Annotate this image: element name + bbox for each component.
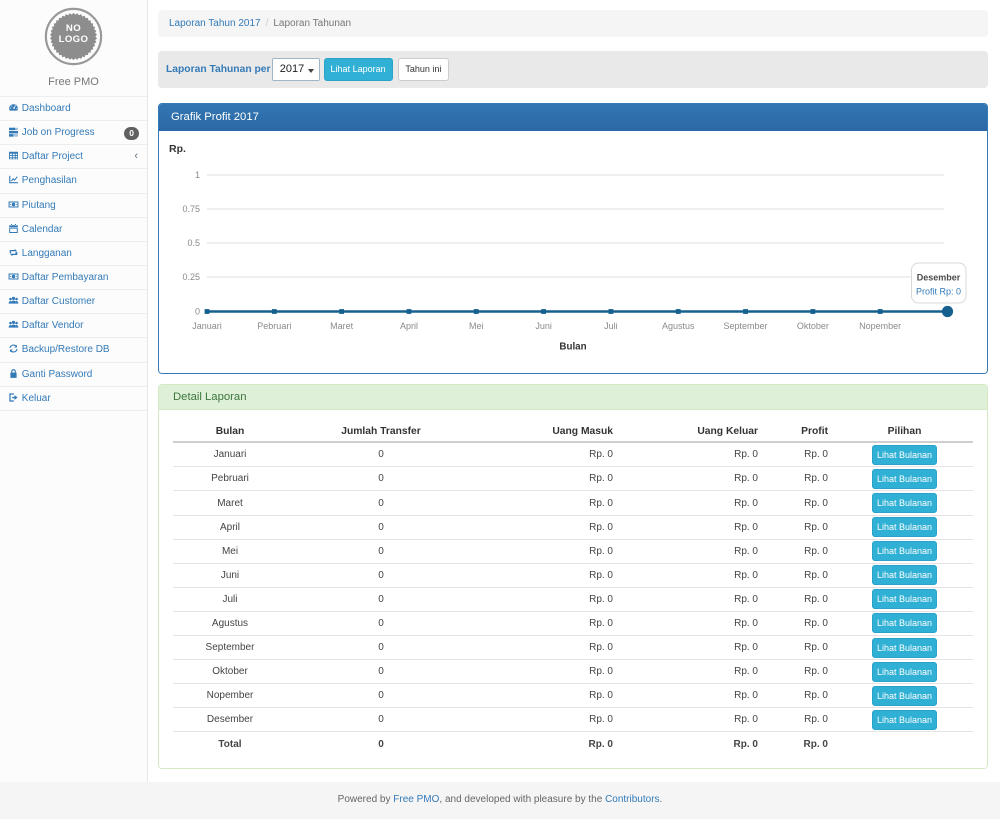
svg-text:0.5: 0.5 xyxy=(187,238,200,248)
svg-text:Desember: Desember xyxy=(917,273,961,283)
svg-text:0.25: 0.25 xyxy=(182,272,200,282)
svg-text:0.75: 0.75 xyxy=(182,204,200,214)
svg-text:Pebruari: Pebruari xyxy=(257,321,291,331)
svg-text:NO: NO xyxy=(66,23,81,34)
svg-text:Juli: Juli xyxy=(604,321,618,331)
svg-text:Oktober: Oktober xyxy=(797,321,829,331)
svg-text:Januari: Januari xyxy=(192,321,222,331)
svg-text:Maret: Maret xyxy=(330,321,354,331)
svg-text:Rp.: Rp. xyxy=(169,143,186,155)
svg-text:0: 0 xyxy=(195,307,200,317)
svg-text:Juni: Juni xyxy=(535,321,552,331)
svg-text:Nopember: Nopember xyxy=(859,321,901,331)
svg-text:LOGO: LOGO xyxy=(59,34,89,45)
svg-text:Mei: Mei xyxy=(469,321,484,331)
svg-text:Agustus: Agustus xyxy=(662,321,695,331)
svg-text:April: April xyxy=(400,321,418,331)
svg-text:Profit Rp: 0: Profit Rp: 0 xyxy=(916,287,961,297)
svg-text:1: 1 xyxy=(195,170,200,180)
svg-text:September: September xyxy=(724,321,768,331)
svg-text:Bulan: Bulan xyxy=(559,342,586,353)
